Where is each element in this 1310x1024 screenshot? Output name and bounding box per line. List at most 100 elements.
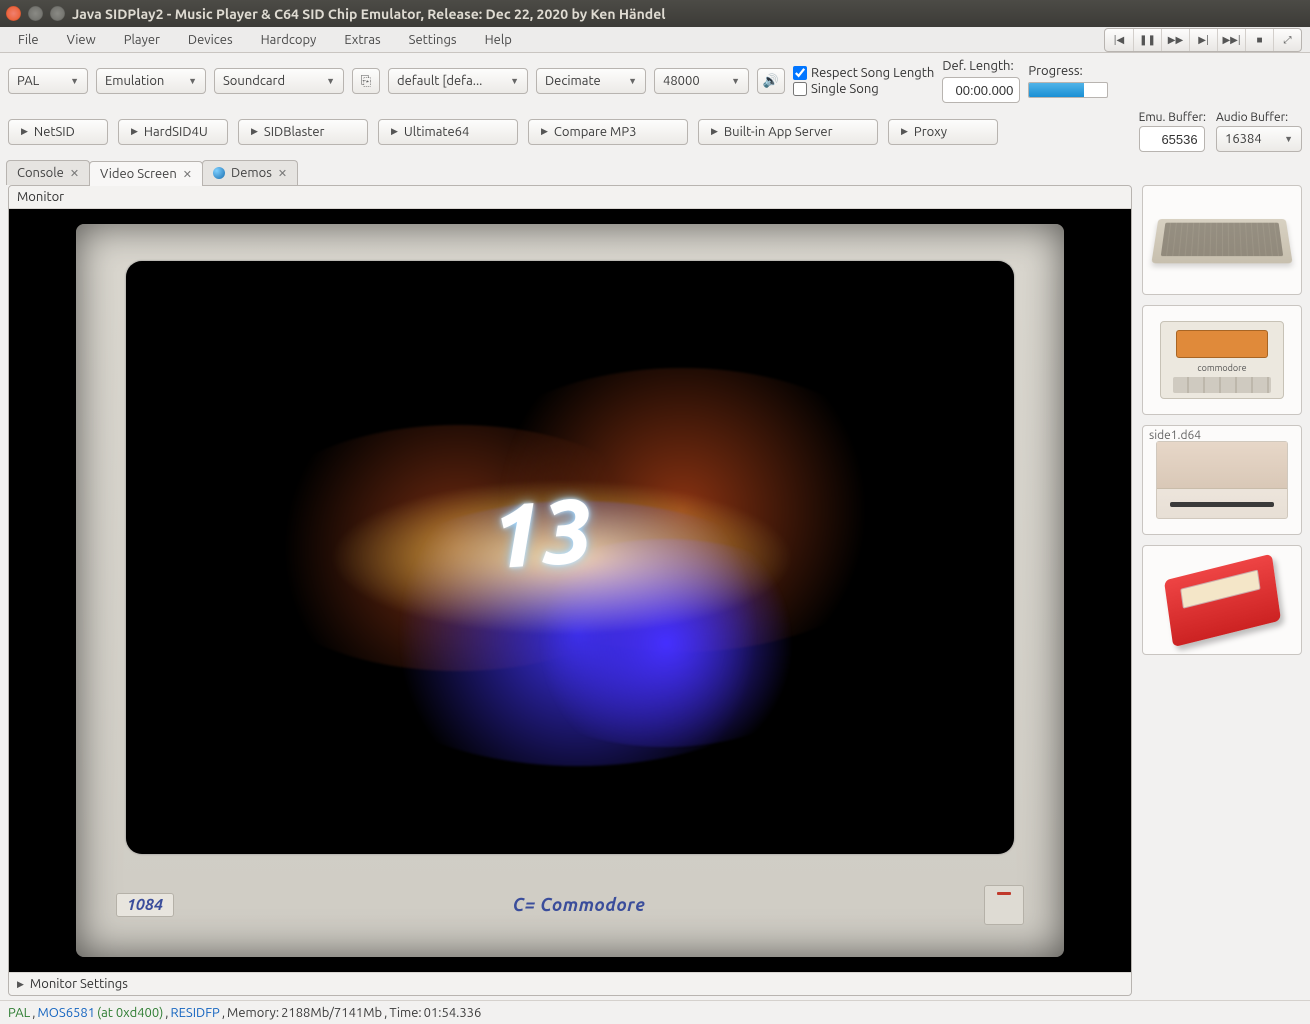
menu-extras[interactable]: Extras	[330, 29, 394, 51]
emu-buffer-col: Emu. Buffer:	[1139, 111, 1206, 152]
mode-combo[interactable]: Emulation▼	[96, 68, 206, 94]
monitor-settings-row[interactable]: ▶ Monitor Settings	[9, 972, 1131, 995]
menu-player[interactable]: Player	[110, 29, 174, 51]
menu-hardcopy[interactable]: Hardcopy	[247, 29, 331, 51]
respect-length-checkbox[interactable]: Respect Song Length	[793, 66, 934, 80]
respect-length-label: Respect Song Length	[811, 66, 934, 80]
cartridge-icon	[1164, 553, 1281, 646]
crt-screen: 13	[126, 261, 1015, 854]
compare-mp3-label: Compare MP3	[554, 125, 637, 139]
tab-demos-label: Demos	[231, 166, 272, 180]
menu-view[interactable]: View	[53, 29, 110, 51]
tab-video-screen-close-icon[interactable]: ✕	[183, 168, 192, 181]
resample-value: Decimate	[545, 74, 601, 88]
resample-combo[interactable]: Decimate▼	[536, 68, 646, 94]
hardsid4u-button[interactable]: ▶HardSID4U	[118, 119, 228, 145]
monitor-panel-title: Monitor	[9, 186, 1131, 209]
status-engine: RESIDFP	[171, 1006, 220, 1020]
compare-mp3-button[interactable]: ▶Compare MP3	[528, 119, 688, 145]
transport-end-button[interactable]: ▶▶|	[1217, 29, 1245, 51]
single-song-input[interactable]	[793, 82, 807, 96]
appserver-label: Built-in App Server	[724, 125, 833, 139]
crt-power-button	[984, 885, 1024, 925]
device-combo[interactable]: default [defa...▼	[388, 68, 528, 94]
expand-icon: ▶	[17, 979, 24, 990]
crt-brand-logo: C= Commodore	[513, 895, 646, 915]
tab-bar: Console ✕ Video Screen ✕ Demos ✕	[0, 160, 1310, 185]
transport-controls: |◀ ❚❚ ▶▶ ▶| ▶▶| ■ ⤢	[1104, 28, 1302, 52]
netsid-label: NetSID	[34, 125, 75, 139]
transport-fullscreen-button[interactable]: ⤢	[1273, 29, 1301, 51]
netsid-button[interactable]: ▶NetSID	[8, 119, 108, 145]
sidblaster-button[interactable]: ▶SIDBlaster	[238, 119, 368, 145]
ultimate64-button[interactable]: ▶Ultimate64	[378, 119, 518, 145]
status-memory-value: 2188Mb/7141Mb	[281, 1006, 382, 1020]
status-sid-addr: (at 0xd400)	[97, 1006, 163, 1020]
tab-console-label: Console	[17, 166, 64, 180]
monitor-settings-label: Monitor Settings	[30, 977, 128, 991]
transport-next-button[interactable]: ▶|	[1189, 29, 1217, 51]
mode-value: Emulation	[105, 74, 164, 88]
output-combo[interactable]: Soundcard▼	[214, 68, 344, 94]
audio-buffer-col: Audio Buffer: 16384▼	[1216, 111, 1302, 152]
datasette-icon: commodore	[1160, 321, 1283, 399]
transport-pause-button[interactable]: ❚❚	[1133, 29, 1161, 51]
window-close-icon[interactable]	[6, 6, 21, 21]
menu-devices[interactable]: Devices	[174, 29, 247, 51]
emu-buffer-input[interactable]	[1139, 126, 1205, 152]
device-disk-drive[interactable]: side1.d64	[1142, 425, 1302, 535]
status-bar: PAL, MOS6581 (at 0xd400), RESIDFP, Memor…	[0, 1000, 1310, 1024]
samplerate-combo[interactable]: 48000▼	[654, 68, 749, 94]
transport-prev-button[interactable]: |◀	[1105, 29, 1133, 51]
link-icon[interactable]: ⎘	[352, 68, 380, 94]
datasette-brand: commodore	[1161, 363, 1282, 373]
progress-label: Progress:	[1028, 64, 1108, 78]
ultimate64-label: Ultimate64	[404, 125, 469, 139]
audio-buffer-label: Audio Buffer:	[1216, 111, 1288, 124]
speaker-icon[interactable]: 🔊	[757, 68, 785, 94]
progress-fill	[1029, 83, 1084, 97]
crt-base: 1084 C= Commodore	[76, 869, 1063, 942]
audio-buffer-value: 16384	[1225, 132, 1262, 146]
progress-bar	[1028, 82, 1108, 98]
appserver-button[interactable]: ▶Built-in App Server	[698, 119, 878, 145]
crt-model-badge: 1084	[116, 893, 174, 917]
hardsid4u-label: HardSID4U	[144, 125, 208, 139]
transport-stop-button[interactable]: ■	[1245, 29, 1273, 51]
samplerate-value: 48000	[663, 74, 700, 88]
window-maximize-icon[interactable]	[50, 6, 65, 21]
disk-drive-icon	[1156, 441, 1289, 519]
single-song-checkbox[interactable]: Single Song	[793, 82, 934, 96]
status-video-std: PAL	[8, 1006, 30, 1020]
transport-fastforward-button[interactable]: ▶▶	[1161, 29, 1189, 51]
status-time-value: 01:54.336	[424, 1006, 482, 1020]
status-time-label: Time:	[389, 1006, 421, 1020]
tab-demos[interactable]: Demos ✕	[202, 160, 298, 185]
crt-monitor: 13 1084 C= Commodore	[76, 224, 1063, 956]
tab-video-screen-label: Video Screen	[100, 167, 177, 181]
toolbar-secondary: ▶NetSID ▶HardSID4U ▶SIDBlaster ▶Ultimate…	[0, 109, 1310, 160]
globe-icon	[213, 167, 225, 179]
menu-file[interactable]: File	[4, 29, 53, 51]
tab-video-screen[interactable]: Video Screen ✕	[89, 161, 203, 186]
proxy-button[interactable]: ▶Proxy	[888, 119, 998, 145]
audio-buffer-combo[interactable]: 16384▼	[1216, 126, 1302, 152]
disk-drive-label: side1.d64	[1149, 429, 1201, 442]
device-c64-keyboard[interactable]	[1142, 185, 1302, 295]
window-minimize-icon[interactable]	[28, 6, 43, 21]
menu-help[interactable]: Help	[471, 29, 526, 51]
respect-length-input[interactable]	[793, 66, 807, 80]
tab-demos-close-icon[interactable]: ✕	[278, 167, 287, 180]
video-standard-combo[interactable]: PAL▼	[8, 68, 88, 94]
demo-artwork: 13	[170, 320, 970, 795]
single-song-label: Single Song	[811, 82, 879, 96]
device-datasette[interactable]: commodore	[1142, 305, 1302, 415]
output-value: Soundcard	[223, 74, 285, 88]
device-cartridge[interactable]	[1142, 545, 1302, 655]
tab-console-close-icon[interactable]: ✕	[70, 167, 79, 180]
default-length-input[interactable]	[942, 77, 1020, 103]
device-sidebar: commodore side1.d64	[1142, 185, 1302, 996]
tab-console[interactable]: Console ✕	[6, 160, 90, 185]
toolbar-primary: PAL▼ Emulation▼ Soundcard▼ ⎘ default [de…	[0, 53, 1310, 109]
menu-settings[interactable]: Settings	[395, 29, 471, 51]
